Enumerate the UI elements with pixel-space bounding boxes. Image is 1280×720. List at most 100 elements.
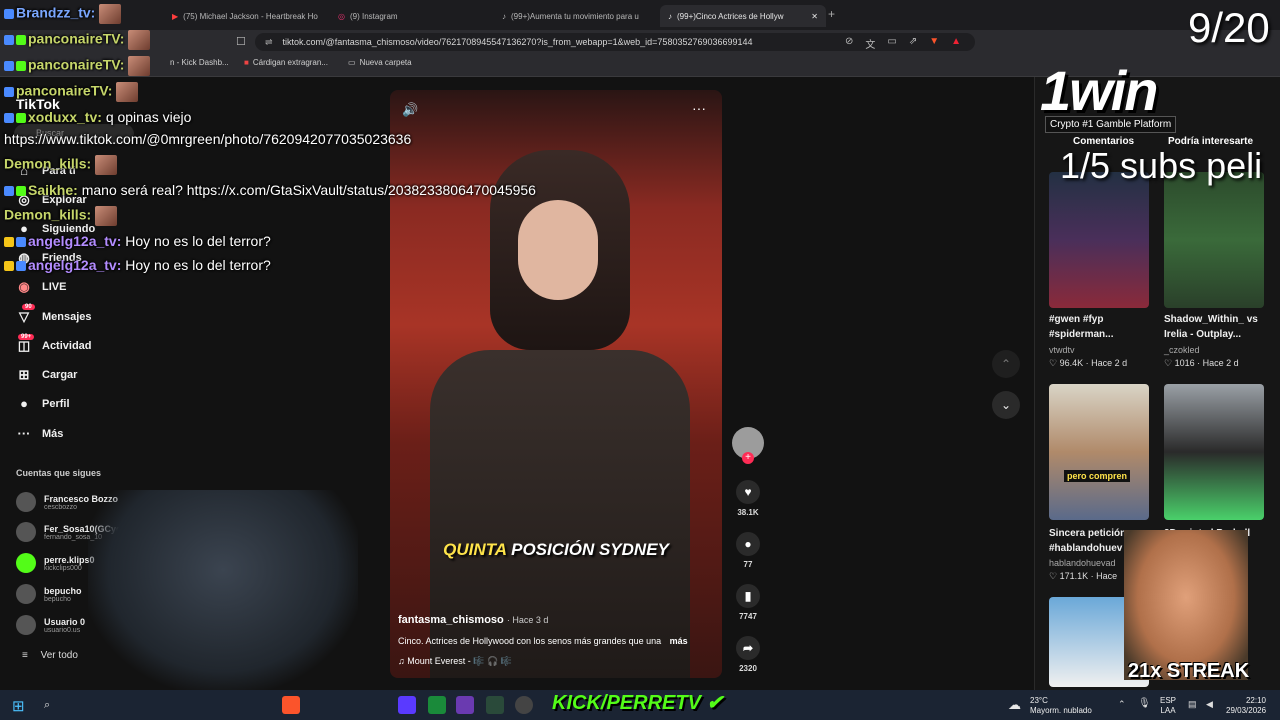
related-title[interactable]: #gwen #fyp #spiderman... xyxy=(1049,312,1159,342)
chat-message: panconaireTV: xyxy=(4,30,151,50)
brand-logo: 1win xyxy=(1040,59,1158,122)
nav-actividad[interactable]: ◫ Actividad xyxy=(16,338,92,354)
avatar xyxy=(16,584,36,604)
clock[interactable]: 22:10 29/03/2026 xyxy=(1226,696,1266,716)
obs-icon[interactable] xyxy=(515,696,533,714)
bookmark-icon[interactable]: ☐ xyxy=(236,35,246,48)
network-icon[interactable]: ▤ xyxy=(1188,699,1197,710)
tab-tiktok-1[interactable]: ♪ (99+)Aumenta tu movimiento para u xyxy=(502,5,652,27)
related-thumb[interactable] xyxy=(1164,384,1264,520)
avatar xyxy=(16,615,36,635)
search-icon[interactable]: ⌕ xyxy=(44,699,50,712)
video-figure-face xyxy=(518,200,598,300)
chat-message: angelg12a_tv: Hoy no es lo del terror? xyxy=(4,257,271,273)
prev-video-button[interactable]: ⌃ xyxy=(992,350,1020,378)
youtube-icon: ▶ xyxy=(172,11,179,21)
app-icon[interactable] xyxy=(398,696,416,714)
brave-shield-icon[interactable]: ▼ xyxy=(929,36,939,51)
messages-badge: 90 xyxy=(22,304,35,310)
live-icon: ◉ xyxy=(18,279,30,294)
volume-tray-icon[interactable]: ◀ xyxy=(1206,699,1213,710)
bookmark-icon: ▮ xyxy=(736,584,760,608)
related-thumb[interactable] xyxy=(1049,172,1149,308)
kick-overlay: KICK/PERRETV ✔ xyxy=(552,692,724,714)
video-player[interactable]: 🔊 ··· QUINTA POSICIÓN SYDNEY fantasma_ch… xyxy=(390,90,722,678)
app-icon[interactable] xyxy=(456,696,474,714)
chat-message: xoduxx_tv: q opinas viejo xyxy=(4,109,191,125)
app-icon[interactable] xyxy=(486,696,504,714)
bookmark-kick[interactable]: n - Kick Dashb... xyxy=(170,58,229,67)
avatar xyxy=(16,553,36,573)
message-icon: ▽ xyxy=(19,309,29,324)
heart-icon: ♥ xyxy=(736,480,760,504)
like-button[interactable]: ♥ 38.1K xyxy=(736,480,760,517)
translate-icon[interactable]: 文 xyxy=(865,36,875,51)
activity-badge: 99+ xyxy=(18,334,35,340)
streak-emote xyxy=(1124,530,1248,680)
more-link[interactable]: más xyxy=(670,636,688,646)
share-button[interactable]: ➦ 2320 xyxy=(736,636,760,673)
upload-icon: ⊞ xyxy=(18,367,30,382)
mute-icon[interactable]: ⊘ xyxy=(845,36,853,51)
weather-widget[interactable]: 23°C Mayorm. nublado xyxy=(1030,696,1092,716)
related-author[interactable]: _czokled xyxy=(1164,345,1200,355)
tab-tiktok-active[interactable]: ♪ (99+)Cinco Actrices de Hollyw ✕ xyxy=(660,5,826,27)
activity-icon: ◫ xyxy=(17,338,31,353)
site-info-icon[interactable]: ⇌ xyxy=(265,37,273,48)
related-thumb[interactable]: pero compren xyxy=(1049,384,1149,520)
app-icon[interactable] xyxy=(428,696,446,714)
related-title[interactable]: Shadow_Within_ vs Irelia - Outplay... xyxy=(1164,312,1274,342)
chat-message: Saikhe: mano será real? https://x.com/Gt… xyxy=(4,182,536,198)
follow-plus-icon[interactable]: + xyxy=(742,452,754,464)
see-all-link[interactable]: ≡ Ver todo xyxy=(22,650,78,661)
nav-mas[interactable]: ··· Más xyxy=(16,426,64,441)
bookmark-cardigan[interactable]: ■ Cárdigan extragran... xyxy=(244,58,328,67)
new-tab-button[interactable]: + xyxy=(828,7,835,21)
following-item[interactable]: bepucho bepucho xyxy=(16,584,82,604)
streak-overlay: 21x STREAK xyxy=(1128,660,1250,682)
webcam-overlay xyxy=(88,490,358,690)
start-icon[interactable]: ⊞ xyxy=(12,697,25,715)
brave-rewards-icon[interactable]: ▲ xyxy=(951,36,961,51)
volume-icon[interactable]: 🔊 xyxy=(402,102,418,118)
related-author[interactable]: vtwdtv xyxy=(1049,345,1075,355)
next-video-button[interactable]: ⌄ xyxy=(992,391,1020,419)
video-author[interactable]: fantasma_chismoso · Hace 3 d xyxy=(398,614,548,626)
profile-icon: ● xyxy=(20,396,28,411)
cast-icon[interactable]: ▭ xyxy=(887,36,896,51)
tiktok-icon: ♪ xyxy=(668,11,672,21)
folder-icon: ▭ xyxy=(348,58,356,67)
related-author[interactable]: hablandohuevad xyxy=(1049,558,1116,568)
tray-chevron-icon[interactable]: ⌃ xyxy=(1118,699,1126,710)
nav-mensajes[interactable]: ▽ Mensajes xyxy=(16,309,92,325)
chat-message: https://www.tiktok.com/@0mrgreen/photo/7… xyxy=(4,131,412,147)
save-button[interactable]: ▮ 7747 xyxy=(736,584,760,621)
tab-youtube[interactable]: ▶ (75) Michael Jackson - Heartbreak Ho xyxy=(172,5,322,27)
mic-icon[interactable]: 🎙 xyxy=(1138,698,1151,709)
nav-live[interactable]: ◉ LIVE xyxy=(16,279,66,295)
tab-instagram[interactable]: ◎ (9) Instagram xyxy=(338,5,488,27)
related-stats: ♡ 171.1K · Hace xyxy=(1049,571,1118,581)
chat-message: Brandzz_tv: xyxy=(4,4,122,24)
chat-message: angelg12a_tv: Hoy no es lo del terror? xyxy=(4,233,271,249)
bookmark-folder[interactable]: ▭ Nueva carpeta xyxy=(348,58,412,67)
more-options-icon[interactable]: ··· xyxy=(692,100,706,116)
list-icon: ≡ xyxy=(22,650,31,661)
brand-tagline: Crypto #1 Gamble Platform xyxy=(1045,116,1177,133)
related-thumb[interactable] xyxy=(1164,172,1264,308)
nav-cargar[interactable]: ⊞ Cargar xyxy=(16,367,78,383)
nav-perfil[interactable]: ● Perfil xyxy=(16,396,69,411)
brave-icon[interactable] xyxy=(282,696,300,714)
following-item[interactable]: Usuario 0 usuario0.us xyxy=(16,615,85,635)
comment-button[interactable]: ● 77 xyxy=(736,532,760,569)
following-item[interactable]: perre.klips0 kickclips000 xyxy=(16,553,95,573)
weather-icon[interactable]: ☁ xyxy=(1008,697,1021,713)
language-indicator[interactable]: ESP LAA xyxy=(1160,696,1176,716)
share-icon[interactable]: ⇗ xyxy=(909,36,917,51)
close-tab-icon[interactable]: ✕ xyxy=(811,12,818,21)
video-figure-body xyxy=(430,350,690,678)
comment-icon: ● xyxy=(736,532,760,556)
video-music[interactable]: ♫ Mount Everest - 🎼 🎧 🎼 xyxy=(398,656,512,667)
more-icon: ··· xyxy=(17,426,31,441)
shop-icon: ■ xyxy=(244,58,249,67)
